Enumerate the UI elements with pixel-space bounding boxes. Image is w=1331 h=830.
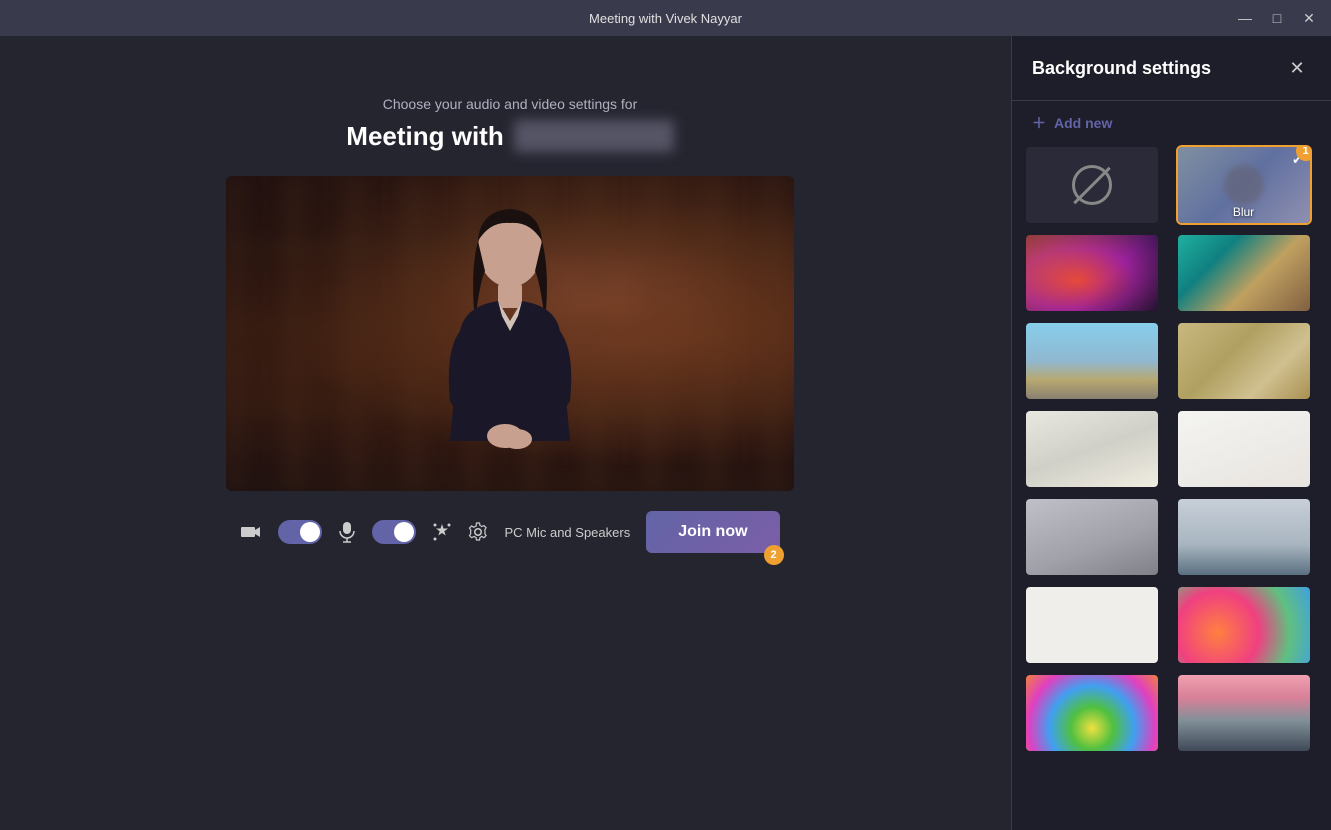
background-item-9[interactable] <box>1024 585 1160 665</box>
mic-icon[interactable] <box>338 521 356 543</box>
bg9-thumbnail <box>1026 587 1158 663</box>
bg8-thumbnail <box>1178 499 1310 575</box>
add-new-button[interactable]: ＋ Add new <box>1012 101 1331 145</box>
blur-circle <box>1224 165 1264 205</box>
background-item-3[interactable] <box>1024 321 1160 401</box>
background-item-7[interactable] <box>1024 497 1160 577</box>
background-item-1[interactable] <box>1024 233 1160 313</box>
subtitle-text: Choose your audio and video settings for <box>383 96 638 112</box>
background-item-10[interactable] <box>1176 585 1312 665</box>
close-button[interactable]: ✕ <box>1295 4 1323 32</box>
person-silhouette <box>410 201 610 491</box>
minimize-button[interactable]: — <box>1231 4 1259 32</box>
main-area: Choose your audio and video settings for… <box>0 36 1020 830</box>
audio-device: PC Mic and Speakers <box>504 525 630 540</box>
bg12-thumbnail <box>1178 675 1310 751</box>
video-toggle[interactable] <box>278 520 322 544</box>
bg4-thumbnail <box>1178 323 1310 399</box>
join-badge: 2 <box>764 545 784 565</box>
add-new-label: Add new <box>1054 115 1112 131</box>
background-settings-panel: Background settings ✕ ＋ Add new 1 ✓ Blur <box>1011 36 1331 830</box>
bg5-thumbnail <box>1026 411 1158 487</box>
bg1-thumbnail <box>1026 235 1158 311</box>
background-item-2[interactable] <box>1176 233 1312 313</box>
panel-close-button[interactable]: ✕ <box>1283 54 1311 82</box>
meeting-title-row: Meeting with <box>346 120 673 152</box>
background-item-8[interactable] <box>1176 497 1312 577</box>
bg3-thumbnail <box>1026 323 1158 399</box>
bg7-thumbnail <box>1026 499 1158 575</box>
add-new-icon: ＋ <box>1032 113 1046 133</box>
title-bar: Meeting with Vivek Nayyar — □ ✕ <box>0 0 1331 36</box>
settings-icon[interactable] <box>468 522 488 542</box>
bg11-thumbnail <box>1026 675 1158 751</box>
camera-toggle-icon[interactable] <box>240 521 262 543</box>
background-item-4[interactable] <box>1176 321 1312 401</box>
background-item-6[interactable] <box>1176 409 1312 489</box>
bg10-thumbnail <box>1178 587 1310 663</box>
blur-label: Blur <box>1178 205 1310 219</box>
background-item-5[interactable] <box>1024 409 1160 489</box>
effects-icon[interactable] <box>432 522 452 542</box>
background-grid: 1 ✓ Blur <box>1012 145 1331 765</box>
join-now-button[interactable]: Join now 2 <box>646 511 779 553</box>
background-item-blur[interactable]: 1 ✓ Blur <box>1176 145 1312 225</box>
background-item-12[interactable] <box>1176 673 1312 753</box>
panel-header: Background settings ✕ <box>1012 36 1331 101</box>
bg2-thumbnail <box>1178 235 1310 311</box>
bg6-thumbnail <box>1178 411 1310 487</box>
controls-bar: PC Mic and Speakers Join now 2 <box>240 511 779 553</box>
panel-title: Background settings <box>1032 58 1211 79</box>
audio-toggle[interactable] <box>372 520 416 544</box>
meeting-with-label: Meeting with <box>346 121 503 152</box>
video-preview <box>226 176 794 491</box>
none-thumbnail <box>1026 147 1158 223</box>
background-item-none[interactable] <box>1024 145 1160 225</box>
title-bar-text: Meeting with Vivek Nayyar <box>589 11 742 26</box>
background-item-11[interactable] <box>1024 673 1160 753</box>
title-bar-controls: — □ ✕ <box>1231 4 1323 32</box>
no-background-icon <box>1072 165 1112 205</box>
audio-device-label: PC Mic and Speakers <box>504 525 630 540</box>
meeting-name-redacted <box>514 120 674 152</box>
maximize-button[interactable]: □ <box>1263 4 1291 32</box>
